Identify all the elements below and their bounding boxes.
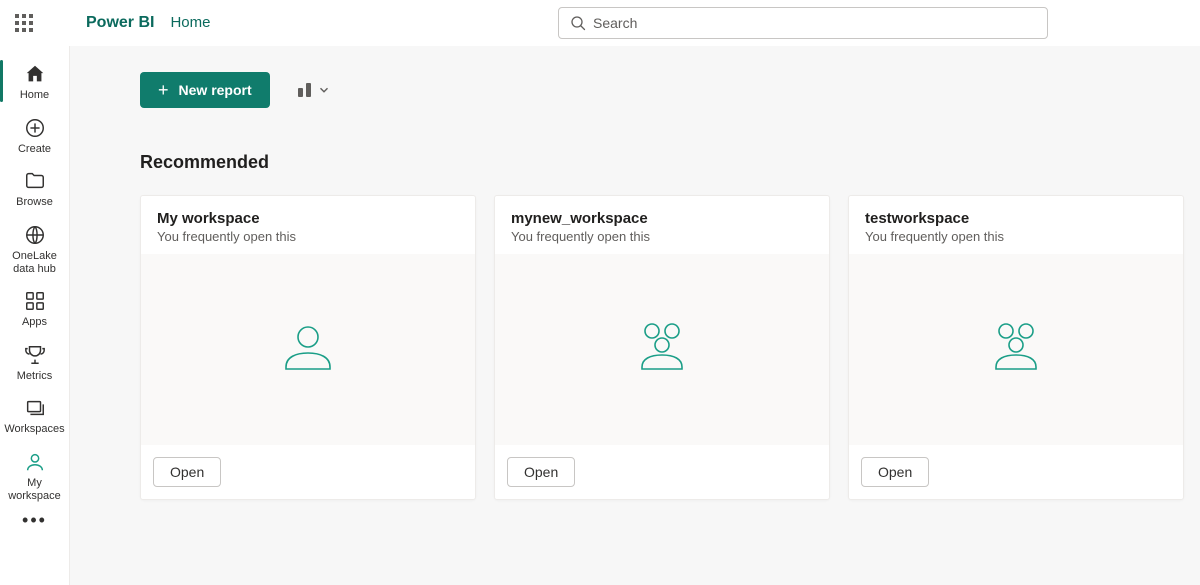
workspace-card[interactable]: My workspace You frequently open this Op… [140, 195, 476, 500]
top-header: Power BI Home [0, 0, 1200, 46]
plus-icon: + [158, 81, 169, 99]
search-wrap [558, 7, 1048, 39]
group-workspace-icon [630, 315, 694, 384]
sidebar-item-home[interactable]: Home [0, 54, 69, 108]
chevron-down-icon [317, 83, 331, 97]
brand-name[interactable]: Power BI [86, 14, 154, 32]
person-icon [23, 450, 47, 474]
new-report-button[interactable]: + New report [140, 72, 270, 108]
folder-icon [23, 169, 47, 193]
card-subtitle: You frequently open this [865, 229, 1167, 244]
card-subtitle: You frequently open this [511, 229, 813, 244]
app-launcher-icon[interactable] [12, 11, 36, 35]
recommended-title: Recommended [140, 152, 1200, 173]
sidebar-item-create[interactable]: Create [0, 108, 69, 162]
recommended-cards: My workspace You frequently open this Op… [70, 195, 1200, 500]
metrics-icon [23, 343, 47, 367]
onelake-icon [23, 223, 47, 247]
workspaces-icon [23, 396, 47, 420]
sidebar-item-label: Metrics [17, 370, 52, 383]
sidebar-item-label: OneLake data hub [2, 250, 67, 275]
new-report-label: New report [179, 82, 252, 98]
more-icon[interactable]: ••• [22, 510, 47, 531]
sidebar-item-label: Workspaces [4, 423, 64, 436]
workspace-card[interactable]: testworkspace You frequently open this O… [848, 195, 1184, 500]
sidebar-item-workspaces[interactable]: Workspaces [0, 388, 69, 442]
sidebar-item-onelake[interactable]: OneLake data hub [0, 215, 69, 281]
sidebar-item-browse[interactable]: Browse [0, 161, 69, 215]
sidebar-item-my-workspace[interactable]: My workspace [0, 442, 69, 508]
card-title: testworkspace [865, 210, 1167, 227]
layout-icon [298, 83, 311, 97]
card-subtitle: You frequently open this [157, 229, 459, 244]
brand: Power BI Home [86, 14, 210, 32]
layout-switcher[interactable] [298, 83, 331, 97]
sidebar: Home Create Browse OneLake data hub Apps [0, 46, 70, 585]
open-button[interactable]: Open [861, 457, 929, 487]
sidebar-item-apps[interactable]: Apps [0, 281, 69, 335]
group-workspace-icon [984, 315, 1048, 384]
open-button[interactable]: Open [507, 457, 575, 487]
sidebar-item-metrics[interactable]: Metrics [0, 335, 69, 389]
card-title: mynew_workspace [511, 210, 813, 227]
create-icon [23, 116, 47, 140]
sidebar-item-label: Browse [16, 196, 53, 209]
apps-icon [23, 289, 47, 313]
sidebar-item-label: Create [18, 143, 51, 156]
breadcrumb-page[interactable]: Home [170, 14, 210, 31]
person-workspace-icon [276, 315, 340, 384]
sidebar-item-label: Apps [22, 316, 47, 329]
search-icon [570, 15, 586, 31]
open-button[interactable]: Open [153, 457, 221, 487]
card-title: My workspace [157, 210, 459, 227]
toolbar: + New report [70, 72, 1200, 108]
workspace-card[interactable]: mynew_workspace You frequently open this… [494, 195, 830, 500]
home-icon [23, 62, 47, 86]
main-content: + New report Recommended My workspace Yo… [70, 46, 1200, 585]
sidebar-item-label: My workspace [2, 477, 67, 502]
search-input[interactable] [558, 7, 1048, 39]
sidebar-item-label: Home [20, 89, 49, 102]
